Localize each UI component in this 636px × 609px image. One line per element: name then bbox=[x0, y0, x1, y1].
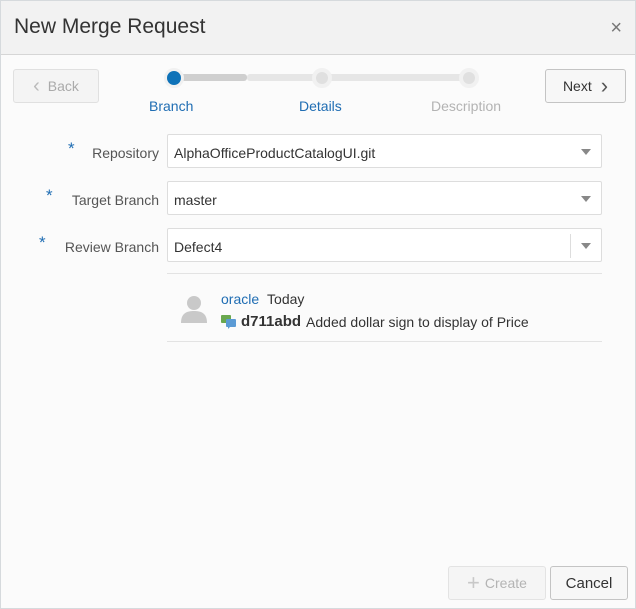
create-button[interactable]: + Create bbox=[448, 566, 546, 600]
merge-request-dialog: New Merge Request × ‹ Back Branch Detail… bbox=[0, 0, 636, 609]
chevron-left-icon: ‹ bbox=[33, 74, 40, 97]
commit-list-item: oracle Today d711abd Added dollar sign t… bbox=[167, 273, 602, 342]
back-button-label: Back bbox=[47, 78, 79, 94]
review-branch-combobox[interactable]: Defect4 bbox=[167, 228, 602, 262]
review-branch-value: Defect4 bbox=[174, 239, 223, 255]
dropdown-arrow-icon bbox=[581, 149, 591, 155]
step-dot-details[interactable] bbox=[312, 68, 332, 88]
dropdown-arrow-icon bbox=[581, 196, 591, 202]
target-branch-row: * Target Branch master bbox=[1, 181, 636, 215]
step-dot-branch[interactable] bbox=[164, 68, 184, 88]
repository-value: AlphaOfficeProductCatalogUI.git bbox=[174, 145, 376, 161]
step-connector-1 bbox=[179, 74, 247, 81]
commit-author-line: oracle Today bbox=[221, 291, 304, 307]
combobox-divider bbox=[570, 234, 571, 258]
avatar-icon bbox=[181, 296, 207, 323]
step-label-details[interactable]: Details bbox=[299, 98, 342, 114]
required-marker: * bbox=[68, 139, 75, 158]
close-icon[interactable]: × bbox=[610, 18, 622, 38]
commit-message-line: d711abd Added dollar sign to display of … bbox=[221, 313, 529, 330]
chevron-right-icon: › bbox=[600, 73, 609, 98]
target-branch-select[interactable]: master bbox=[167, 181, 602, 215]
commit-date: Today bbox=[267, 291, 305, 307]
cancel-button-label: Cancel bbox=[565, 574, 613, 592]
review-branch-row: * Review Branch Defect4 bbox=[1, 228, 636, 262]
step-dot-description bbox=[459, 68, 479, 88]
step-connector-2 bbox=[327, 74, 465, 81]
cancel-button[interactable]: Cancel bbox=[550, 566, 628, 600]
back-button[interactable]: ‹ Back bbox=[13, 69, 99, 103]
step-label-description: Description bbox=[431, 98, 502, 114]
repository-label: Repository bbox=[92, 145, 159, 161]
create-button-label: Create bbox=[484, 575, 527, 591]
commit-message: Added dollar sign to display of Price bbox=[306, 313, 529, 330]
next-button-label: Next bbox=[562, 78, 592, 94]
step-connector-1-rest bbox=[247, 74, 319, 81]
repository-select[interactable]: AlphaOfficeProductCatalogUI.git bbox=[167, 134, 602, 168]
target-branch-value: master bbox=[174, 192, 217, 208]
repository-row: * Repository AlphaOfficeProductCatalogUI… bbox=[1, 134, 636, 168]
required-marker: * bbox=[39, 233, 46, 252]
dialog-header: New Merge Request × bbox=[1, 1, 635, 55]
dialog-title: New Merge Request bbox=[14, 15, 206, 38]
step-label-branch[interactable]: Branch bbox=[149, 98, 193, 114]
dropdown-arrow-icon[interactable] bbox=[581, 243, 591, 249]
required-marker: * bbox=[46, 186, 53, 205]
target-branch-label: Target Branch bbox=[71, 192, 159, 208]
plus-icon: + bbox=[467, 570, 480, 595]
commit-hash[interactable]: d711abd bbox=[241, 313, 301, 330]
next-button[interactable]: Next › bbox=[545, 69, 626, 103]
commit-comment-icon bbox=[221, 314, 236, 329]
review-branch-label: Review Branch bbox=[64, 239, 159, 255]
commit-author-link[interactable]: oracle bbox=[221, 291, 259, 307]
